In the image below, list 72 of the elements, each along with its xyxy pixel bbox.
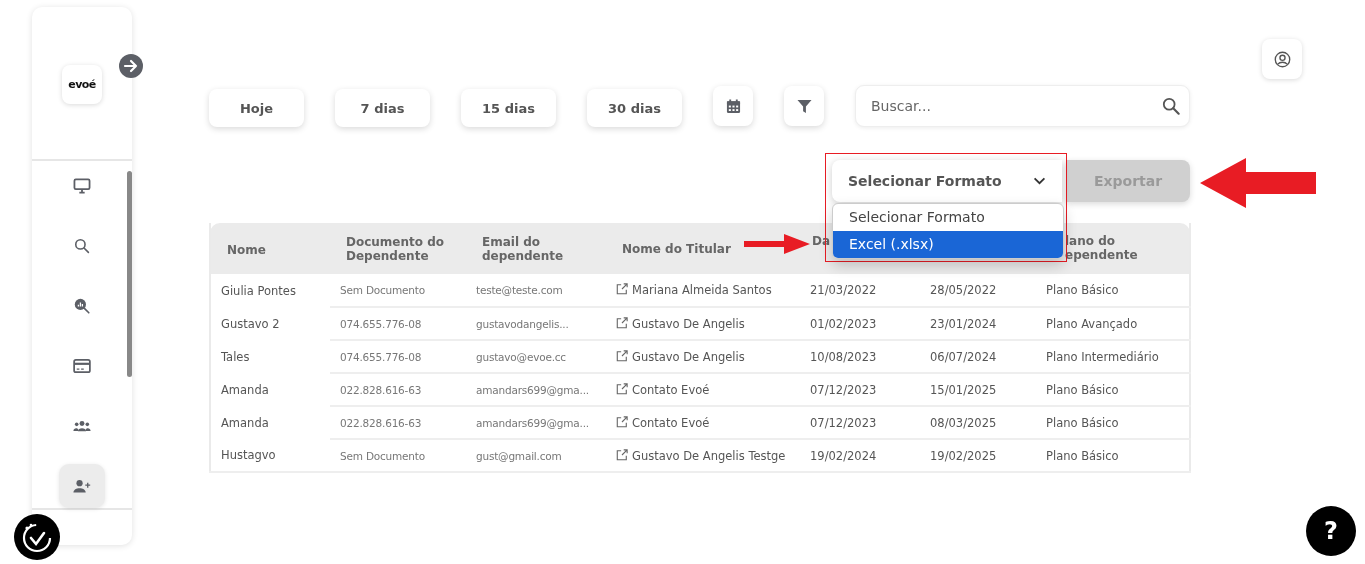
column-header: Documento do [346,235,445,249]
format-select[interactable]: Selecionar Formato [832,160,1062,202]
titular-link[interactable]: Gustavo De Angelis [632,349,745,364]
external-link-icon [616,316,628,329]
nav-item[interactable] [59,464,105,509]
table-cell: 022.828.616-63 [340,383,422,396]
arrow-right-icon[interactable] [119,54,143,78]
external-link-icon [616,415,628,428]
table-cell: Plano Básico [1046,415,1119,430]
table-cell: gustavodangelis... [476,317,569,330]
table-cell: 01/02/2023 [810,316,877,331]
table-cell: Sem Documento [340,284,425,296]
table-cell: 19/02/2025 [930,448,997,463]
table-cell: 10/08/2023 [810,349,877,364]
table-cell: Sem Documento [340,449,425,462]
table-cell: Plano Básico [1046,448,1119,463]
table-cell: Gustavo 2 [221,316,280,331]
table-cell: 08/03/2025 [930,415,997,430]
titular-link[interactable]: Mariana Almeida Santos [632,283,772,297]
period-button[interactable]: 7 dias [335,89,430,127]
table-cell: 15/01/2025 [930,382,997,397]
user-plus-icon [73,479,91,494]
table-cell: 19/02/2024 [810,448,877,463]
table-cell: Amanda [221,382,269,397]
table-cell: gust@gmail.com [476,449,562,462]
column-header: Dependente [346,249,429,263]
table-cell: 23/01/2024 [930,316,997,331]
logo: evoé [62,65,102,104]
table-cell: amandars699@gma... [476,383,589,396]
table-cell: Plano Básico [1046,382,1119,397]
period-button[interactable]: Hoje [209,89,304,127]
table-cell: Plano Avançado [1046,316,1138,331]
help-button[interactable]: ? [1306,506,1356,556]
dropdown-option[interactable]: Selecionar Formato [833,204,1063,231]
scrollbar[interactable] [127,171,132,378]
column-header: Nome do Titular [622,241,731,256]
table-cell: 022.828.616-63 [340,416,422,429]
period-button[interactable]: 30 dias [587,89,682,127]
table-cell: Amanda [221,415,269,430]
table-cell: Tales [221,349,250,364]
titular-link[interactable]: Gustavo De Angelis [632,316,745,331]
table-cell: amandars699@gma... [476,416,589,429]
dropdown-option[interactable]: Excel (.xlsx) [833,231,1063,258]
table-cell: 074.655.776-08 [340,350,422,363]
external-link-icon [616,349,628,362]
annotation-arrow [744,232,810,256]
table-cell: 28/05/2022 [930,283,997,297]
period-button[interactable]: 15 dias [461,89,556,127]
table-cell: Plano Intermediário [1046,349,1159,364]
table-cell: 06/07/2024 [930,349,997,364]
search-icon [1162,97,1180,115]
column-header: dependente [482,249,564,263]
table-cell: teste@teste.com [476,284,563,296]
external-link-icon [616,382,628,395]
table-cell: 21/03/2022 [810,283,877,297]
external-link-icon [616,448,628,461]
table-cell: gustavo@evoe.cc [476,350,566,363]
titular-link[interactable]: Contato Evoé [632,382,710,397]
table-cell: 074.655.776-08 [340,317,422,330]
titular-link[interactable]: Contato Evoé [632,415,710,430]
search-field[interactable]: Buscar... [855,85,1190,127]
table-cell: 07/12/2023 [810,415,877,430]
table-cell: Hustagvo [221,448,276,462]
titular-link[interactable]: Gustavo De Angelis Testge [632,448,786,463]
table-cell: Plano Básico [1046,283,1119,297]
table-cell: Giulia Pontes [221,283,296,298]
external-link-icon [616,283,628,295]
column-header: Nome [227,242,266,257]
table-cell: 07/12/2023 [810,382,877,397]
column-header: Email do [482,235,541,249]
chevron-down-icon [1033,177,1046,185]
checkmark-badge-icon[interactable] [14,514,60,560]
